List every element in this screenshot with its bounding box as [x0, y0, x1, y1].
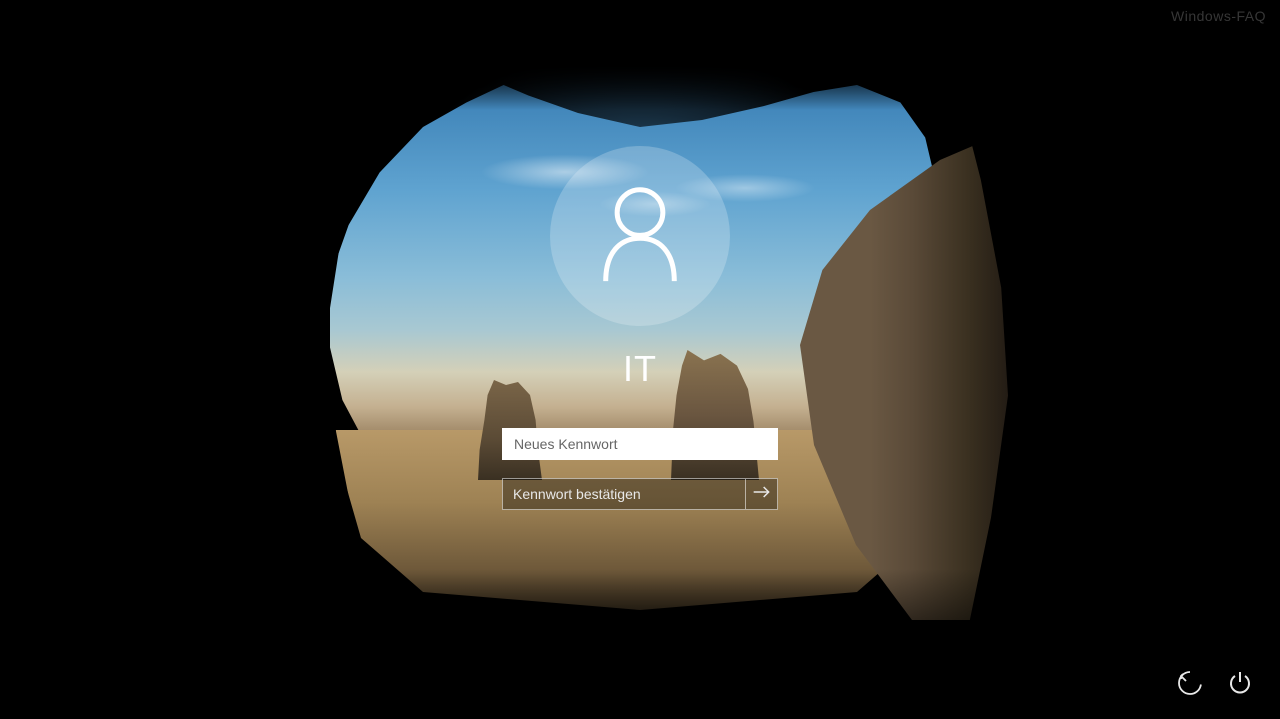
ease-of-access-icon [1177, 670, 1203, 701]
power-button[interactable] [1226, 671, 1254, 699]
person-icon [595, 184, 685, 289]
power-icon [1227, 670, 1253, 701]
login-panel: IT [502, 146, 778, 510]
user-avatar [550, 146, 730, 326]
username-label: IT [623, 348, 657, 390]
bottom-controls [1176, 671, 1254, 699]
password-input-group [502, 428, 778, 510]
ease-of-access-button[interactable] [1176, 671, 1204, 699]
submit-button[interactable] [746, 478, 778, 510]
arrow-right-icon [752, 484, 772, 505]
watermark-text: Windows-FAQ [1171, 8, 1266, 24]
confirm-password-row [502, 478, 778, 510]
new-password-row [502, 428, 778, 460]
confirm-password-input[interactable] [502, 478, 746, 510]
new-password-input[interactable] [502, 428, 778, 460]
